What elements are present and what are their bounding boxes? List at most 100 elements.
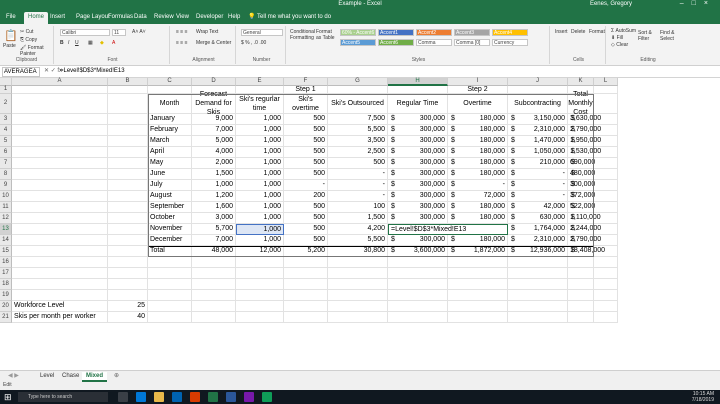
cell-a9[interactable] [12,180,108,191]
cell-a15[interactable] [12,246,108,257]
cell-i16[interactable] [448,257,508,268]
forecast-cell[interactable]: 7,000 [192,125,236,136]
cell-b17[interactable] [108,268,148,279]
row-header-12[interactable]: 12 [0,213,12,224]
month-cell[interactable]: November [148,224,192,235]
cell-e19[interactable] [236,290,284,301]
month-cell[interactable]: Total [148,246,192,257]
cell-a13[interactable] [12,224,108,235]
month-cell[interactable]: April [148,147,192,158]
paste-button[interactable]: Paste [3,43,16,49]
subcontracting-cost-cell[interactable]: - [508,180,568,191]
sheet-tab-chase[interactable]: Chase [58,372,83,382]
style-currency[interactable]: Currency [492,39,528,46]
overtime-cell[interactable]: 500 [284,158,328,169]
cell-k20[interactable] [568,301,594,312]
cell-g16[interactable] [328,257,388,268]
cell-l7[interactable] [594,158,618,169]
cell-b8[interactable] [108,169,148,180]
format-as-table-button[interactable]: Format as Table [316,29,338,41]
row-header-8[interactable]: 8 [0,169,12,180]
cell-b16[interactable] [108,257,148,268]
column-header-a[interactable]: A [12,78,108,86]
sort-filter-button[interactable]: Sort & Filter [638,30,658,42]
cell-h1[interactable] [388,86,448,94]
cell-g17[interactable] [328,268,388,279]
subcontracting-cost-cell[interactable]: 2,310,000 [508,235,568,246]
overtime-cost-cell[interactable]: 180,000 [448,125,508,136]
cell-h21[interactable] [388,312,448,323]
cell-i17[interactable] [448,268,508,279]
regular-time-cell[interactable]: 1,000 [236,136,284,147]
cell-f18[interactable] [284,279,328,290]
row-header-18[interactable]: 18 [0,279,12,290]
step1-header[interactable]: Step 1 [284,86,328,94]
overtime-cost-cell[interactable]: 180,000 [448,147,508,158]
row-header-19[interactable]: 19 [0,290,12,301]
month-cell[interactable]: January [148,114,192,125]
overtime-cell[interactable]: 500 [284,147,328,158]
forecast-cell[interactable]: 1,000 [192,180,236,191]
style-comma-0[interactable]: Comma [0] [454,39,490,46]
cell-a10[interactable] [12,191,108,202]
forecast-cell[interactable]: 9,000 [192,114,236,125]
row-header-3[interactable]: 3 [0,114,12,125]
powerpoint-icon[interactable] [190,392,200,402]
outsourced-cell[interactable]: 1,500 [328,213,388,224]
cell-d18[interactable] [192,279,236,290]
month-cell[interactable]: August [148,191,192,202]
tab-view[interactable]: View [172,12,193,24]
cell-j16[interactable] [508,257,568,268]
cell-h19[interactable] [388,290,448,301]
row-header-5[interactable]: 5 [0,136,12,147]
column-header-b[interactable]: B [108,78,148,86]
cell-g1[interactable] [328,86,388,94]
overtime-cost-cell[interactable]: - [448,180,508,191]
format-cells-button[interactable]: Format [589,29,605,35]
cell-l19[interactable] [594,290,618,301]
regular-time-cell[interactable]: 1,000 [236,202,284,213]
cell-a3[interactable] [12,114,108,125]
forecast-cell[interactable]: 2,000 [192,158,236,169]
underline-button[interactable]: U [75,40,79,46]
month-cell[interactable]: June [148,169,192,180]
regular-cost-cell[interactable]: 300,000 [388,158,448,169]
cell-l17[interactable] [594,268,618,279]
cell-g18[interactable] [328,279,388,290]
task-view-icon[interactable] [118,392,128,402]
column-header-e[interactable]: E [236,78,284,86]
copy-button[interactable]: ⎘ Copy [20,37,37,43]
cell-b1[interactable] [108,86,148,94]
cell-a17[interactable] [12,268,108,279]
row-header-13[interactable]: 13 [0,224,12,235]
sheet-tab-level[interactable]: Level [36,372,58,382]
font-color-icon[interactable]: A [112,40,115,46]
regular-time-cell[interactable]: 1,000 [236,147,284,158]
cell-l20[interactable] [594,301,618,312]
cell-b14[interactable] [108,235,148,246]
column-header-c[interactable]: C [148,78,192,86]
cell-a4[interactable] [12,125,108,136]
regular-cost-cell[interactable]: 300,000 [388,114,448,125]
regular-cost-cell[interactable]: 300,000 [388,169,448,180]
cell-b3[interactable] [108,114,148,125]
forecast-cell[interactable]: 7,000 [192,235,236,246]
cell-f16[interactable] [284,257,328,268]
row-header-1[interactable]: 1 [0,86,12,94]
name-box[interactable]: AVERAGEA [2,67,40,77]
cell-d16[interactable] [192,257,236,268]
column-header-i[interactable]: I [448,78,508,86]
cell-c1[interactable] [148,86,192,94]
overtime-cell[interactable]: 500 [284,114,328,125]
month-cell[interactable]: May [148,158,192,169]
skis-per-worker-value[interactable]: 40 [108,312,148,323]
overtime-cell[interactable]: 5,200 [284,246,328,257]
cell-l16[interactable] [594,257,618,268]
cell-j19[interactable] [508,290,568,301]
header-outsourced[interactable]: Ski's Outsourced [328,94,388,114]
cell-j21[interactable] [508,312,568,323]
cell-a6[interactable] [12,147,108,158]
column-header-h[interactable]: H [388,78,448,86]
tab-home[interactable]: Home [24,12,49,24]
regular-time-cell[interactable]: 12,000 [236,246,284,257]
